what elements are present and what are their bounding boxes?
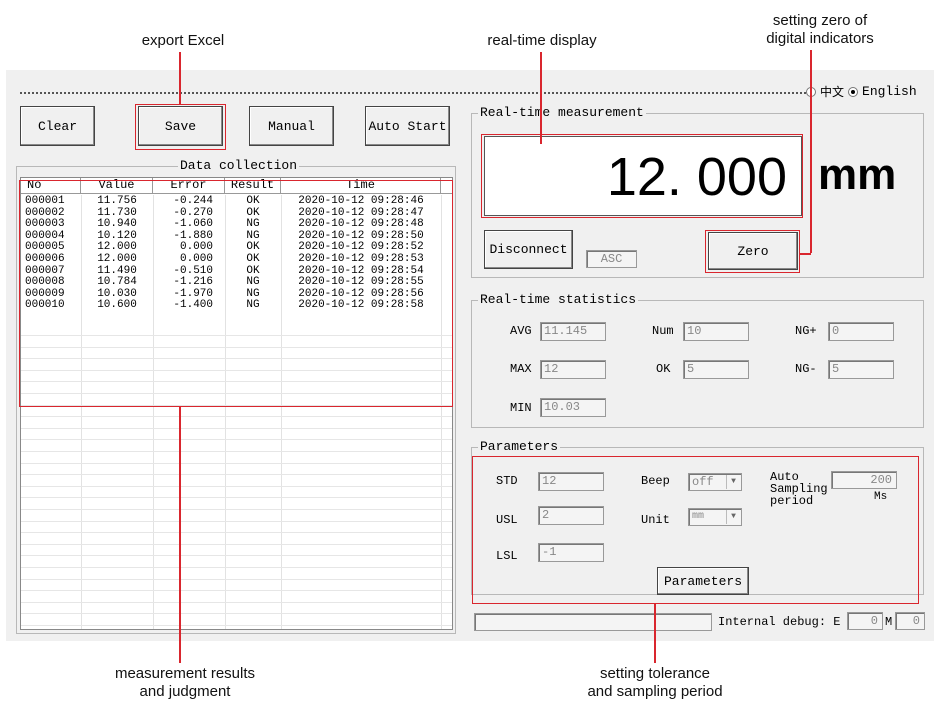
ok-field: 5 [683,360,749,379]
leader-zero [810,50,812,253]
english-label[interactable]: English [862,84,917,99]
top-divider [20,92,806,94]
debug-label: Internal debug: E [718,615,841,629]
callout-tolerance-line1: setting tolerance [599,665,711,682]
parameters-title: Parameters [478,439,561,454]
realtime-title: Real-time measurement [478,105,646,120]
asc-indicator: ASC [586,250,637,268]
data-collection-title: Data collection [178,158,300,173]
callout-zero-line1: setting zero of [772,12,868,29]
ngminus-label: NG- [795,362,817,376]
callout-results-line2: and judgment [139,683,231,700]
debug-e-field: 0 [847,612,883,630]
debug-m-label: M [885,615,893,629]
auto-start-button[interactable]: Auto Start [365,106,450,146]
grid-line [21,567,452,568]
leader-tolerance [654,603,656,663]
english-radio[interactable] [848,86,859,97]
max-label: MAX [510,362,532,376]
grid-line [21,497,452,499]
grid-line [21,613,452,615]
highlight-save [135,104,226,150]
status-bar [474,613,712,631]
ngplus-label: NG+ [795,324,817,338]
highlight-parameters [472,456,919,604]
grid-line [21,601,452,603]
callout-zero-line2: digital indicators [766,30,874,47]
language-selector: 中文 English [806,83,917,100]
min-label: MIN [510,401,532,415]
max-field: 12 [540,360,606,379]
grid-line [21,416,452,418]
highlight-realtime-display [481,134,803,218]
disconnect-button[interactable]: Disconnect [484,230,573,269]
grid-line [21,543,452,545]
avg-label: AVG [510,324,532,338]
grid-line [21,485,452,487]
num-field: 10 [683,322,749,341]
grid-line [21,590,452,592]
highlight-zero [705,230,800,273]
clear-button[interactable]: Clear [20,106,95,146]
grid-line [21,427,452,429]
ngminus-field: 5 [828,360,894,379]
grid-line [21,462,452,464]
manual-button[interactable]: Manual [249,106,334,146]
highlight-results [19,180,453,407]
callout-export-excel: export Excel [141,32,225,49]
clear-button-label: Clear [37,118,77,134]
debug-m-field: 0 [895,612,925,630]
auto-start-button-label: Auto Start [368,118,447,134]
leader-export [179,52,181,104]
grid-line [21,439,452,441]
ok-label: OK [656,362,671,376]
chinese-label[interactable]: 中文 [820,83,844,100]
grid-line [21,451,452,452]
grid-line [21,520,452,522]
grid-line [21,625,452,626]
leader-realtime [540,52,542,144]
grid-line [21,509,452,510]
callout-results-line1: measurement results [114,665,256,682]
ngplus-field: 0 [828,322,894,341]
num-label: Num [652,324,674,338]
realtime-unit: mm [818,150,897,199]
avg-field: 11.145 [540,322,606,341]
grid-line [21,532,452,534]
disconnect-button-label: Disconnect [489,242,568,257]
leader-results [179,407,181,663]
manual-button-label: Manual [268,118,315,134]
callout-tolerance-line2: and sampling period [587,683,723,700]
statistics-title: Real-time statistics [478,292,639,307]
leader-zero-h [799,253,811,255]
grid-line [21,578,452,580]
grid-line [21,555,452,557]
callout-realtime-display: real-time display [487,32,597,49]
min-field: 10.03 [540,398,606,417]
grid-line [21,474,452,476]
